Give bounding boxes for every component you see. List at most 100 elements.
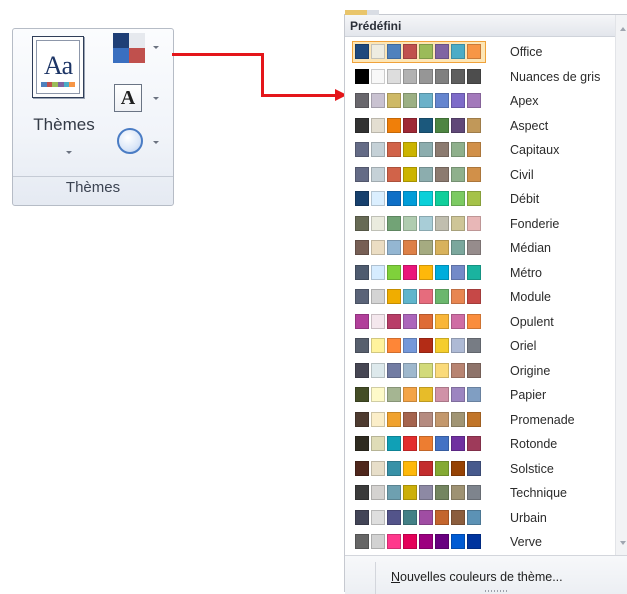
- theme-color-item[interactable]: Solstice: [345, 459, 615, 481]
- color-swatch: [467, 289, 481, 304]
- theme-name-label: Promenade: [510, 412, 575, 427]
- color-swatch: [387, 387, 401, 402]
- color-swatch: [435, 436, 449, 451]
- theme-color-item[interactable]: Opulent: [345, 312, 615, 334]
- color-swatch-strip: [353, 410, 485, 430]
- color-swatch: [387, 44, 401, 59]
- color-swatch-strip: [353, 532, 485, 552]
- theme-colors-button[interactable]: [113, 33, 169, 67]
- theme-color-item[interactable]: Verve: [345, 532, 615, 554]
- gallery-scrollbar[interactable]: [615, 15, 627, 555]
- new-theme-colors-button[interactable]: Nouvelles couleurs de thème...: [391, 570, 563, 584]
- theme-color-item[interactable]: Débit: [345, 189, 615, 211]
- color-swatch: [403, 68, 417, 84]
- color-swatch: [355, 44, 369, 59]
- color-swatch: [403, 215, 417, 231]
- color-swatch: [435, 338, 449, 353]
- theme-name-label: Origine: [510, 363, 551, 378]
- color-swatch-strip: [353, 434, 485, 454]
- color-swatch: [451, 460, 465, 476]
- scroll-up-icon[interactable]: [620, 27, 626, 31]
- color-swatch: [451, 93, 465, 108]
- color-swatch: [387, 460, 401, 476]
- color-swatch-strip: [353, 459, 485, 479]
- color-swatch: [435, 509, 449, 525]
- color-swatch-strip: [353, 263, 485, 283]
- color-swatch: [467, 240, 481, 255]
- theme-name-label: Fonderie: [510, 216, 560, 231]
- color-swatch: [435, 411, 449, 427]
- color-swatch: [403, 509, 417, 525]
- theme-color-item[interactable]: Nuances de gris: [345, 67, 615, 89]
- theme-colors-gallery: Prédéfini Office Nuances de gris Apex Aspec…: [344, 10, 627, 594]
- color-swatch: [387, 68, 401, 84]
- theme-color-item[interactable]: Médian: [345, 238, 615, 260]
- theme-color-item[interactable]: Module: [345, 287, 615, 309]
- theme-color-item[interactable]: Promenade: [345, 410, 615, 432]
- color-swatch: [387, 313, 401, 329]
- theme-name-label: Oriel: [510, 339, 537, 353]
- theme-effects-button[interactable]: [113, 128, 169, 162]
- theme-color-item[interactable]: Oriel: [345, 336, 615, 358]
- gallery-section-header: Prédéfini: [345, 15, 615, 37]
- color-swatch: [467, 534, 481, 549]
- theme-color-item[interactable]: Aspect: [345, 116, 615, 138]
- color-swatch: [435, 534, 449, 549]
- color-swatch: [451, 338, 465, 353]
- theme-color-item[interactable]: Capitaux: [345, 140, 615, 162]
- color-swatch: [467, 117, 481, 133]
- color-swatch: [419, 460, 433, 476]
- color-swatch-strip: [353, 214, 485, 234]
- theme-effects-icon: [117, 128, 143, 154]
- color-swatch: [371, 44, 385, 59]
- color-swatch: [371, 387, 385, 402]
- color-swatch: [435, 460, 449, 476]
- color-swatch: [403, 117, 417, 133]
- theme-name-label: Débit: [510, 192, 540, 206]
- color-swatch: [387, 436, 401, 451]
- color-swatch: [403, 338, 417, 353]
- theme-color-item[interactable]: Fonderie: [345, 214, 615, 236]
- color-swatch: [355, 117, 369, 133]
- color-swatch: [355, 264, 369, 280]
- theme-color-item[interactable]: Office: [345, 41, 615, 64]
- color-swatch: [371, 215, 385, 231]
- theme-color-item[interactable]: Origine: [345, 361, 615, 383]
- color-swatch: [355, 240, 369, 255]
- theme-color-item[interactable]: Technique: [345, 483, 615, 505]
- chevron-down-icon: [153, 141, 159, 144]
- color-swatch: [355, 387, 369, 402]
- color-swatch: [435, 191, 449, 206]
- color-swatch: [467, 142, 481, 157]
- color-swatch: [435, 264, 449, 280]
- theme-color-item[interactable]: Rotonde: [345, 434, 615, 456]
- theme-color-item[interactable]: Apex: [345, 91, 615, 113]
- color-swatch: [467, 191, 481, 206]
- color-swatch: [403, 411, 417, 427]
- color-swatch: [403, 191, 417, 206]
- color-swatch: [451, 142, 465, 157]
- color-swatch: [403, 387, 417, 402]
- chevron-down-icon: [153, 97, 159, 100]
- scroll-down-icon[interactable]: [620, 541, 626, 545]
- theme-name-label: Médian: [510, 241, 551, 255]
- color-swatch: [451, 313, 465, 329]
- color-swatch: [371, 68, 385, 84]
- color-swatch: [419, 485, 433, 500]
- theme-color-item[interactable]: Urbain: [345, 508, 615, 530]
- theme-fonts-button[interactable]: A: [113, 84, 169, 118]
- ribbon-group-label: Thèmes: [65, 179, 121, 196]
- themes-button[interactable]: Aa Thèmes: [19, 33, 109, 173]
- color-swatch: [467, 68, 481, 84]
- color-swatch: [435, 215, 449, 231]
- color-swatch: [467, 411, 481, 427]
- color-swatch: [451, 44, 465, 59]
- theme-color-item[interactable]: Papier: [345, 385, 615, 407]
- theme-color-item[interactable]: Civil: [345, 165, 615, 187]
- color-swatch-strip: [353, 336, 485, 356]
- color-swatch: [387, 191, 401, 206]
- color-swatch: [419, 534, 433, 549]
- color-swatch: [451, 117, 465, 133]
- theme-color-item[interactable]: Métro: [345, 263, 615, 285]
- color-swatch: [419, 44, 433, 59]
